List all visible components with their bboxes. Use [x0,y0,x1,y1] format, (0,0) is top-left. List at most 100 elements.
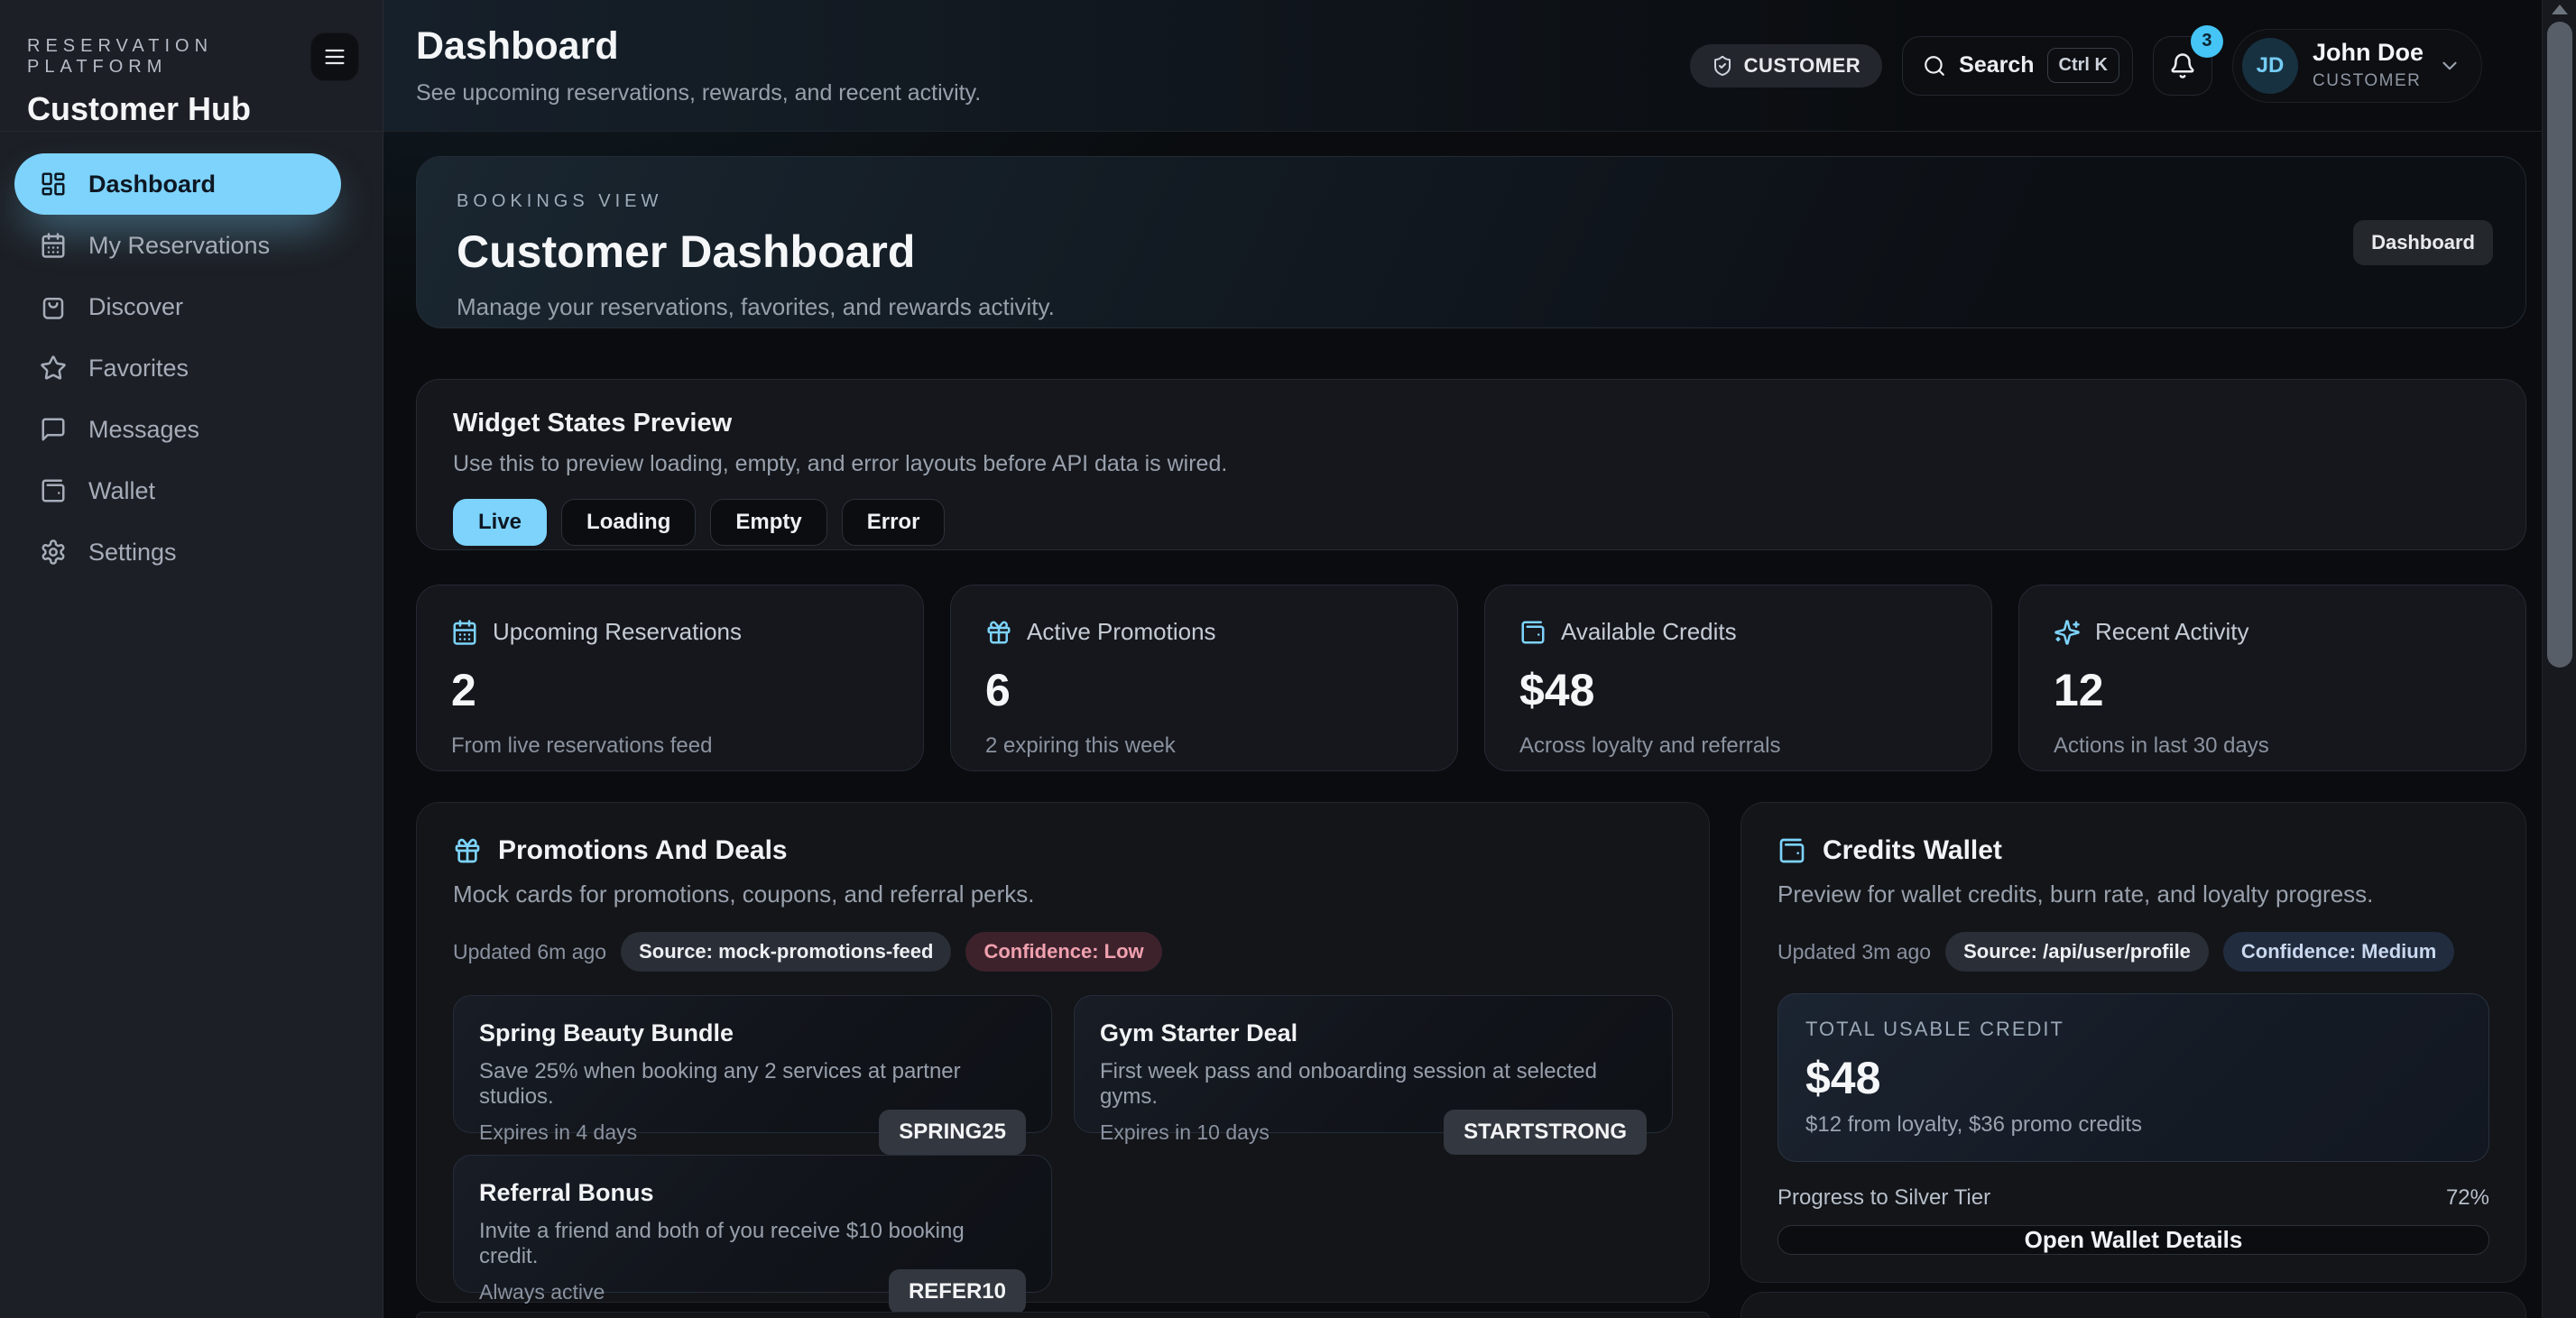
search-button[interactable]: Search Ctrl K [1902,36,2133,96]
notification-count-badge: 3 [2191,25,2223,58]
scroll-content: BOOKINGS VIEW Customer Dashboard Manage … [383,132,2576,1318]
updated-label: Updated 6m ago [453,940,606,964]
hero-card: BOOKINGS VIEW Customer Dashboard Manage … [416,156,2526,328]
message-icon [40,416,67,443]
widget-states-card: Widget States Preview Use this to previe… [416,379,2526,550]
sidebar-item-label: Discover [88,293,183,321]
app-name: Customer Hub [27,90,357,128]
sidebar-item-messages[interactable]: Messages [14,399,341,460]
sidebar-item-label: Dashboard [88,171,216,198]
scroll-up-arrow-icon[interactable] [2552,5,2568,14]
stat-label: Upcoming Reservations [493,618,742,646]
wallet-icon [1519,619,1547,646]
widget-states-description: Use this to preview loading, empty, and … [453,451,2489,477]
page-subtitle: See upcoming reservations, rewards, and … [416,80,981,106]
section-columns: Promotions And Deals Mock cards for prom… [416,802,2526,1318]
promo-code-badge: STARTSTRONG [1444,1110,1647,1155]
notifications-button[interactable]: 3 [2153,36,2212,96]
sidebar-item-my-reservations[interactable]: My Reservations [14,215,341,276]
stat-caption: 2 expiring this week [985,733,1423,759]
stat-card-active-promotions: Active Promotions 6 2 expiring this week [950,585,1458,771]
menu-icon [322,44,347,69]
state-button-error[interactable]: Error [842,499,946,546]
state-button-empty[interactable]: Empty [710,499,826,546]
stat-label: Active Promotions [1027,618,1216,646]
source-badge: Source: /api/user/profile [1945,932,2209,972]
sidebar-item-dashboard[interactable]: Dashboard [14,153,341,215]
stat-card-available-credits: Available Credits $48 Across loyalty and… [1484,585,1992,771]
search-label: Search [1959,52,2034,78]
platform-label: RESERVATION PLATFORM [27,36,357,78]
stat-card-recent-activity: Recent Activity 12 Actions in last 30 da… [2018,585,2526,771]
total-credit-breakdown: $12 from loyalty, $36 promo credits [1805,1112,2461,1138]
sidebar: RESERVATION PLATFORM Customer Hub Dashbo… [0,0,383,1318]
sparkles-icon [2054,619,2081,646]
open-wallet-details-button[interactable]: Open Wallet Details [1777,1225,2489,1255]
hero-subtitle: Manage your reservations, favorites, and… [457,293,2486,321]
sidebar-item-wallet[interactable]: Wallet [14,460,341,521]
source-badge: Source: mock-promotions-feed [621,932,951,972]
stat-value: $48 [1519,664,1957,716]
sidebar-item-label: Messages [88,416,199,444]
wallet-meta: Updated 3m ago Source: /api/user/profile… [1777,932,2489,972]
hero-view-badge: Dashboard [2353,220,2493,265]
sidebar-item-discover[interactable]: Discover [14,276,341,337]
sidebar-header: RESERVATION PLATFORM Customer Hub [0,0,383,132]
wallet-description: Preview for wallet credits, burn rate, a… [1777,880,2489,908]
promo-description: Invite a friend and both of you receive … [479,1219,1026,1269]
page-heading: Dashboard See upcoming reservations, rew… [416,24,981,106]
stat-card-upcoming-reservations: Upcoming Reservations 2 From live reserv… [416,585,924,771]
main-area: Dashboard See upcoming reservations, rew… [383,0,2576,1318]
credits-wallet-section: Credits Wallet Preview for wallet credit… [1740,802,2526,1283]
scrollbar-thumb[interactable] [2547,22,2572,668]
top-header: Dashboard See upcoming reservations, rew… [383,0,2576,132]
promo-title: Gym Starter Deal [1100,1019,1647,1047]
stat-value: 6 [985,664,1423,716]
star-icon [40,355,67,382]
stat-value: 2 [451,664,889,716]
stat-value: 12 [2054,664,2491,716]
promo-card-grid: Spring Beauty Bundle Save 25% when booki… [453,995,1673,1293]
role-badge: CUSTOMER [1690,44,1883,88]
promo-code-badge: SPRING25 [879,1110,1026,1155]
wallet-icon [40,477,67,504]
stat-caption: Actions in last 30 days [2054,733,2491,759]
confidence-badge: Confidence: Medium [2223,932,2454,972]
promotions-section: Promotions And Deals Mock cards for prom… [416,802,1710,1303]
sidebar-item-label: My Reservations [88,232,270,260]
next-section-peek [416,1312,1710,1318]
sidebar-toggle-button[interactable] [310,32,359,81]
vertical-scrollbar[interactable] [2542,0,2576,1318]
search-shortcut: Ctrl K [2047,48,2119,83]
widget-states-title: Widget States Preview [453,409,2489,438]
left-column: Promotions And Deals Mock cards for prom… [416,802,1710,1318]
promo-card-spring-beauty: Spring Beauty Bundle Save 25% when booki… [453,995,1052,1133]
widget-state-options: Live Loading Empty Error [453,499,2489,546]
promotions-title: Promotions And Deals [498,835,788,866]
total-credit-value: $48 [1805,1052,2461,1104]
hero-eyebrow: BOOKINGS VIEW [457,191,2486,212]
user-name: John Doe [2313,40,2424,67]
sidebar-item-settings[interactable]: Settings [14,521,341,583]
tier-progress-percent: 72% [2446,1185,2489,1211]
next-section-peek [1740,1292,2526,1318]
wallet-icon [1777,836,1806,865]
hero-title: Customer Dashboard [457,226,2486,278]
user-menu[interactable]: JD John Doe CUSTOMER [2232,29,2482,103]
stat-caption: From live reservations feed [451,733,889,759]
gear-icon [40,539,67,566]
sidebar-item-favorites[interactable]: Favorites [14,337,341,399]
promo-expiry: Expires in 4 days [479,1120,637,1145]
sidebar-nav: Dashboard My Reservations Discover Favor… [0,132,383,583]
sidebar-item-label: Favorites [88,355,189,382]
wallet-title: Credits Wallet [1823,835,2002,866]
promo-title: Referral Bonus [479,1179,1026,1207]
promo-code-badge: REFER10 [889,1269,1026,1314]
state-button-loading[interactable]: Loading [561,499,696,546]
state-button-live[interactable]: Live [453,499,547,546]
stat-label: Available Credits [1561,618,1737,646]
promotions-description: Mock cards for promotions, coupons, and … [453,880,1673,908]
shield-check-icon [1712,55,1733,77]
promo-expiry: Expires in 10 days [1100,1120,1270,1145]
calendar-icon [40,232,67,259]
